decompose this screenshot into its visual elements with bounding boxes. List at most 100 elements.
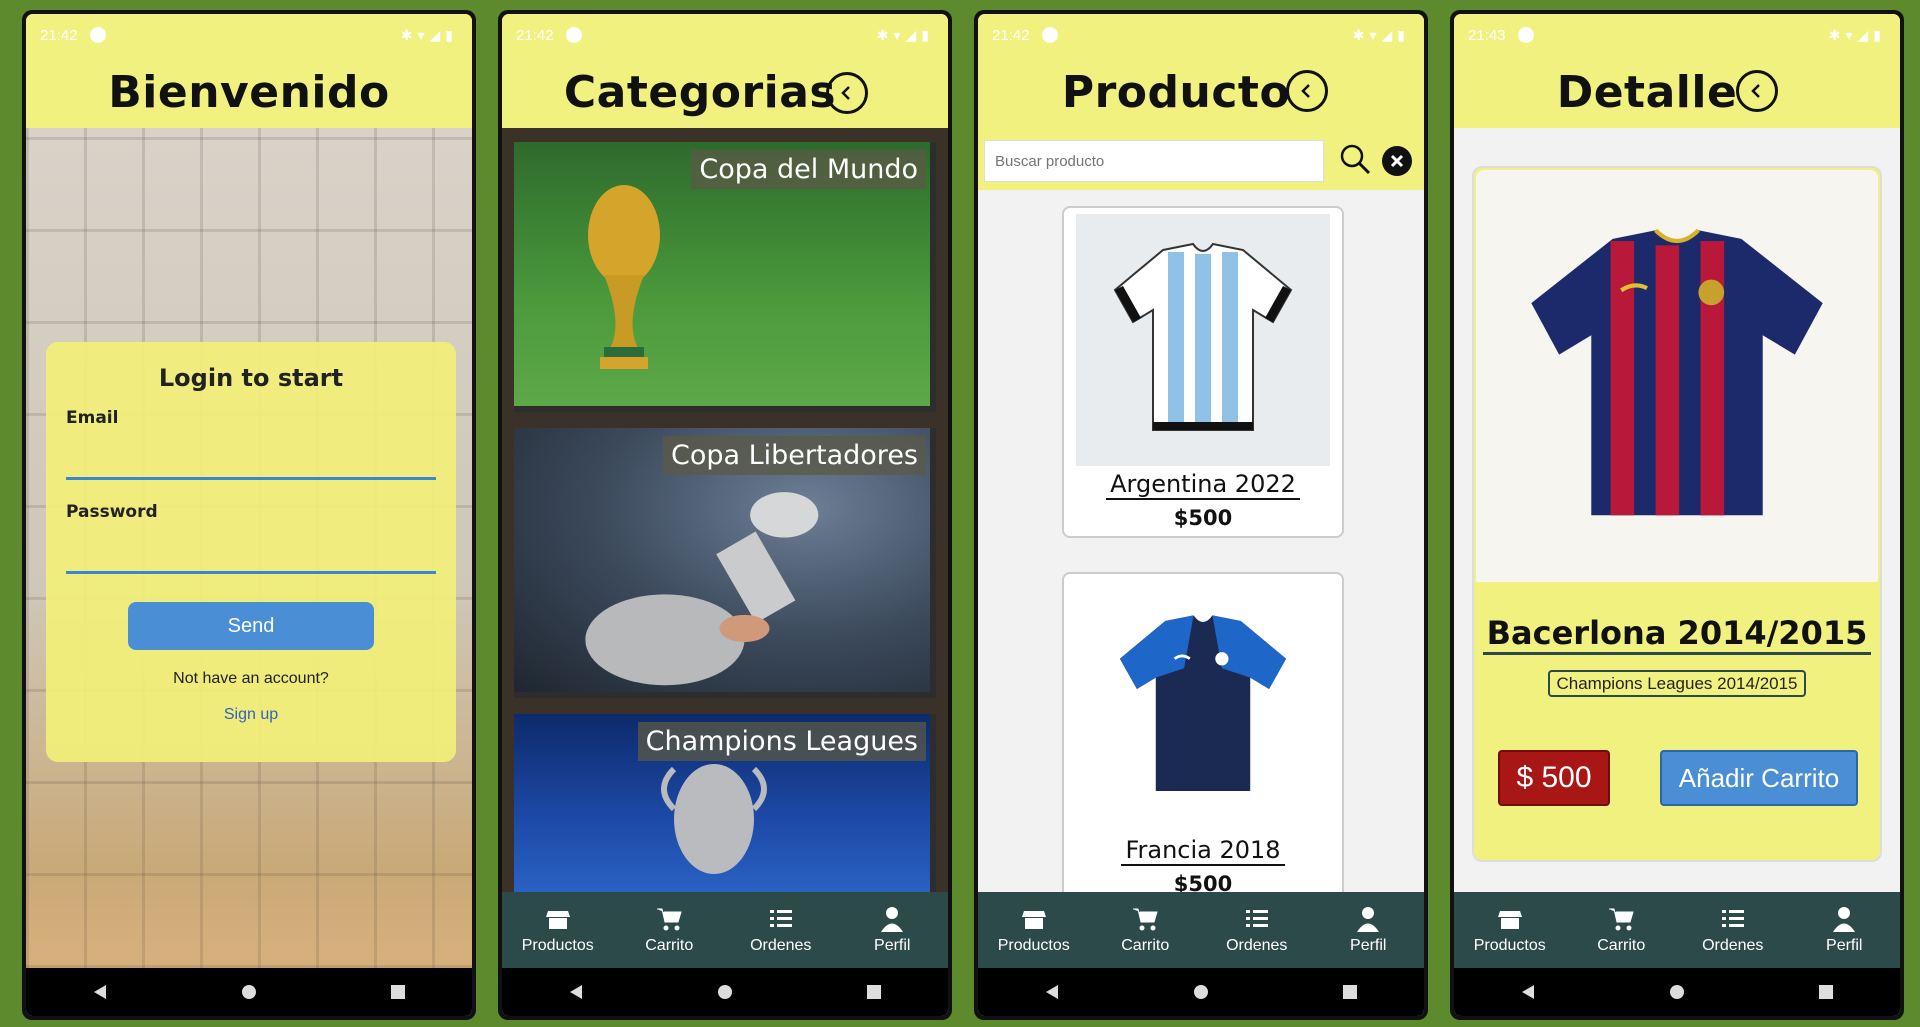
tab-ordenes[interactable]: Ordenes [725, 905, 837, 955]
store-icon [1021, 911, 1046, 929]
category-title: Champions Leagues [637, 722, 926, 761]
categories-screen: 21:42 ✱▾◢▮ Categorias Copa del Mundo Cop… [502, 14, 948, 1016]
back-button[interactable] [1736, 70, 1778, 112]
notification-icon [1517, 27, 1534, 43]
back-button[interactable] [1286, 70, 1328, 112]
tab-label: Productos [997, 937, 1070, 954]
search-bar [978, 128, 1424, 190]
page-header: Categorias [502, 56, 948, 128]
store-icon [1497, 911, 1522, 929]
tab-label: Ordenes [1702, 937, 1764, 954]
search-icon[interactable] [1338, 142, 1372, 176]
product-image [1076, 580, 1330, 832]
system-nav-bar [502, 968, 948, 1016]
product-card[interactable]: Argentina 2022 $500 [1062, 206, 1344, 538]
product-name-text: Bacerlona 2014/2015 [1482, 614, 1872, 655]
send-button[interactable]: Send [128, 602, 374, 650]
tab-label: Carrito [1597, 937, 1646, 954]
system-status-icons: ✱▾◢▮ [1828, 26, 1886, 43]
tab-productos[interactable]: Productos [1454, 905, 1566, 955]
status-time: 21:42 [992, 26, 1030, 44]
signup-link[interactable]: Sign up [66, 706, 436, 724]
back-nav-icon[interactable] [566, 982, 586, 1002]
products-screen: 21:42 ✱▾◢▮ Producto Buscar producto Arge… [978, 14, 1424, 1016]
login-heading: Login to start [158, 364, 344, 392]
home-nav-icon[interactable] [239, 982, 259, 1002]
recents-nav-icon[interactable] [1340, 982, 1360, 1002]
category-item[interactable]: Copa del Mundo [514, 142, 936, 412]
status-time: 21:42 [40, 26, 78, 44]
tab-perfil[interactable]: Perfil [1313, 905, 1425, 955]
back-button[interactable] [826, 72, 868, 114]
product-image [1476, 170, 1878, 582]
system-nav-bar [1454, 968, 1900, 1016]
home-nav-icon[interactable] [715, 982, 735, 1002]
notification-icon [89, 27, 106, 43]
recents-nav-icon[interactable] [388, 982, 408, 1002]
email-field[interactable] [66, 428, 436, 480]
tab-ordenes[interactable]: Ordenes [1201, 905, 1313, 955]
category-badge: Champions Leagues 2014/2015 [1548, 670, 1806, 697]
clear-search-button[interactable] [1382, 146, 1412, 176]
user-icon [1833, 907, 1856, 932]
system-status-icons: ✱▾◢▮ [400, 26, 458, 43]
back-nav-icon[interactable] [90, 982, 110, 1002]
close-icon [1390, 154, 1404, 168]
status-time: 21:43 [1468, 26, 1506, 44]
page-header: Bienvenido [26, 56, 472, 128]
trophy-image [585, 492, 819, 686]
product-name: Bacerlona 2014/2015 [1474, 614, 1880, 655]
product-name-text: Argentina 2022 [1106, 470, 1300, 500]
price-button[interactable]: $ 500 [1498, 750, 1610, 806]
phone-welcome: 21:42 ✱▾◢▮ Bienvenido Login to start Ema… [22, 10, 476, 1020]
user-icon [881, 907, 904, 932]
chevron-left-icon [1301, 84, 1310, 98]
tab-ordenes[interactable]: Ordenes [1677, 905, 1789, 955]
bottom-tab-bar: Productos Carrito Ordenes Perfil [502, 892, 948, 968]
bottom-tab-bar: Productos Carrito Ordenes Perfil [978, 892, 1424, 968]
page-header: Producto [978, 56, 1424, 128]
back-nav-icon[interactable] [1042, 982, 1062, 1002]
password-field[interactable] [66, 522, 436, 574]
product-card[interactable]: Francia 2018 $500 [1062, 572, 1344, 904]
list-icon [1245, 910, 1268, 927]
tab-carrito[interactable]: Carrito [1566, 905, 1678, 955]
search-input[interactable] [984, 140, 1324, 182]
tab-label: Carrito [1121, 937, 1170, 954]
category-item[interactable]: Champions Leagues [514, 714, 936, 914]
tab-carrito[interactable]: Carrito [614, 905, 726, 955]
page-title: Categorias [563, 66, 837, 118]
recents-nav-icon[interactable] [864, 982, 884, 1002]
tab-productos[interactable]: Productos [978, 905, 1090, 955]
phone-detail: 21:43 ✱▾◢▮ Detalle Bacerlona 2014/2015 C… [1450, 10, 1904, 1020]
cart-icon [1609, 908, 1634, 931]
recents-nav-icon[interactable] [1816, 982, 1836, 1002]
tab-label: Productos [521, 937, 594, 954]
system-status-icons: ✱▾◢▮ [1352, 26, 1410, 43]
phone-products: 21:42 ✱▾◢▮ Producto Buscar producto Arge… [974, 10, 1428, 1020]
home-nav-icon[interactable] [1191, 982, 1211, 1002]
tab-label: Perfil [1350, 937, 1387, 954]
tab-productos[interactable]: Productos [502, 905, 614, 955]
list-icon [769, 910, 792, 927]
category-title: Copa del Mundo [691, 150, 926, 189]
product-name: Francia 2018 [1064, 836, 1342, 866]
bottom-tab-bar: Productos Carrito Ordenes Perfil [1454, 892, 1900, 968]
add-to-cart-button[interactable]: Añadir Carrito [1660, 750, 1858, 806]
tab-perfil[interactable]: Perfil [1789, 905, 1901, 955]
category-item[interactable]: Copa Libertadores [514, 428, 936, 698]
back-nav-icon[interactable] [1518, 982, 1538, 1002]
jersey-image [1531, 228, 1823, 516]
tab-label: Perfil [874, 937, 911, 954]
page-header: Detalle [1454, 56, 1900, 128]
product-name-text: Francia 2018 [1121, 836, 1285, 866]
status-bar: 21:43 ✱▾◢▮ [1454, 14, 1900, 56]
home-nav-icon[interactable] [1667, 982, 1687, 1002]
detail-screen: 21:43 ✱▾◢▮ Detalle Bacerlona 2014/2015 C… [1454, 14, 1900, 1016]
trophy-image [661, 764, 767, 874]
page-title: Bienvenido [108, 66, 390, 118]
jersey-image [1119, 615, 1287, 791]
tab-carrito[interactable]: Carrito [1090, 905, 1202, 955]
cart-icon [1133, 908, 1158, 931]
tab-perfil[interactable]: Perfil [837, 905, 949, 955]
